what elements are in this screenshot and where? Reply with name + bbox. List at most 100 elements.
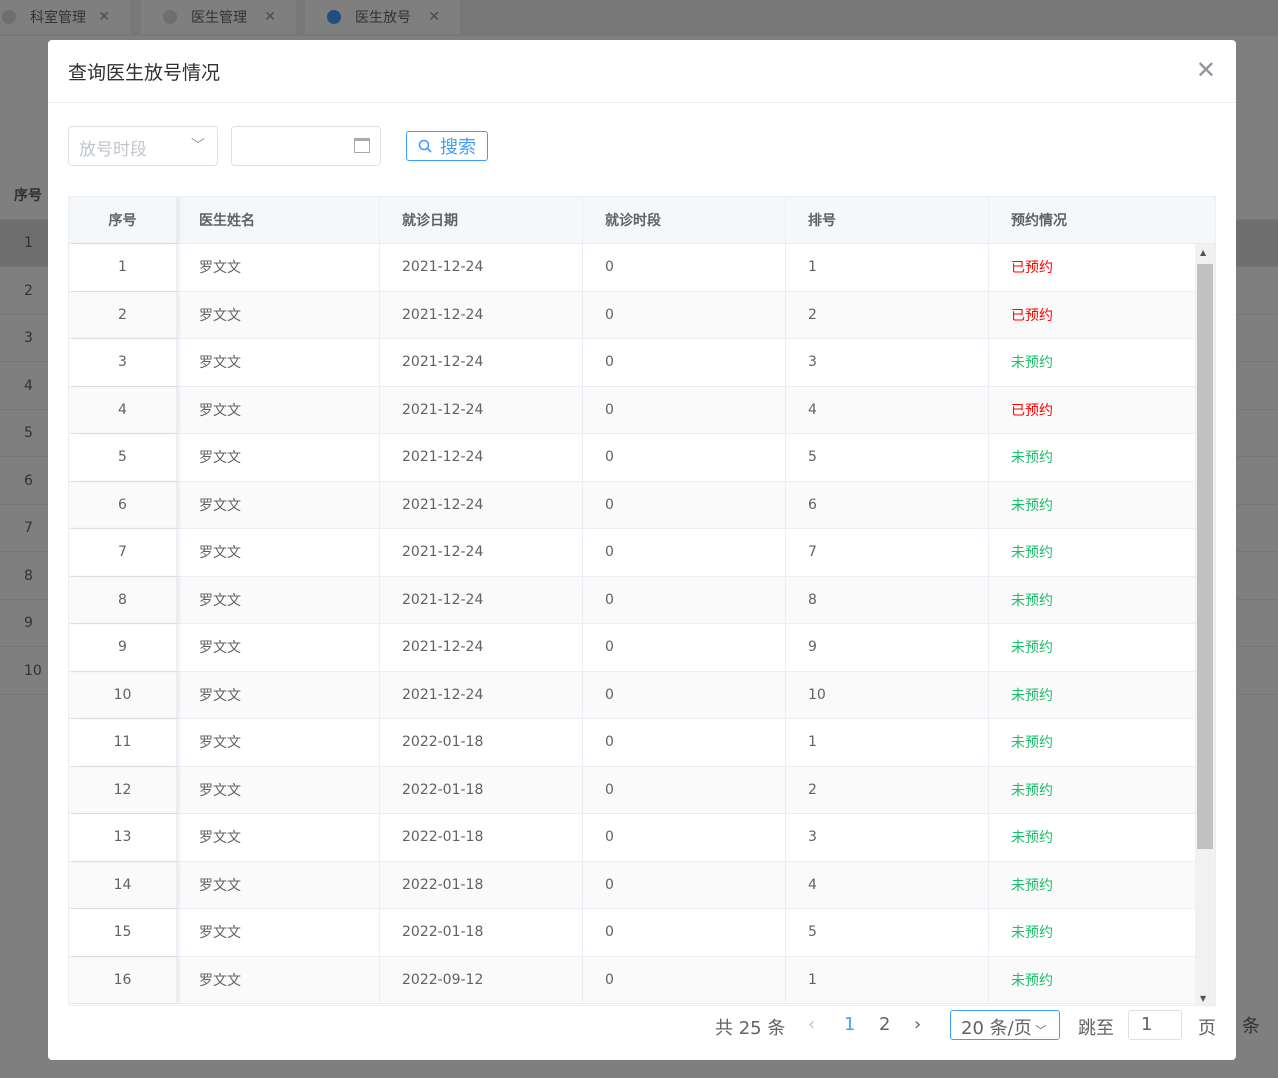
date-cell: 2021-12-24 (380, 481, 583, 528)
doctor-name-cell: 罗文文 (177, 386, 380, 433)
index-cell: 9 (69, 624, 177, 671)
scroll-down-icon[interactable]: ▼ (1200, 994, 1206, 1003)
date-cell: 2021-12-24 (380, 434, 583, 481)
column-header[interactable]: 医生姓名 (177, 197, 380, 243)
doctor-name-cell: 罗文文 (177, 481, 380, 528)
date-cell: 2022-01-18 (380, 909, 583, 956)
index-cell: 14 (69, 861, 177, 908)
index-cell: 15 (69, 909, 177, 956)
jump-input[interactable]: 1 (1128, 1010, 1182, 1040)
time-slot-cell: 0 (583, 481, 786, 528)
queue-number-cell: 6 (786, 481, 989, 528)
table-row[interactable]: 10 罗文文 2021-12-24 0 10 未预约 (69, 671, 1215, 719)
queue-number-cell: 5 (786, 909, 989, 956)
column-header[interactable]: 排号 (786, 197, 989, 243)
index-cell: 11 (69, 719, 177, 766)
booking-status-cell: 未预约 (1011, 877, 1053, 894)
booking-status-cell: 已预约 (1011, 307, 1053, 324)
chevron-down-icon: ﹀ (1031, 1024, 1047, 1037)
chevron-down-icon: ﹀ (191, 138, 205, 154)
date-cell: 2022-01-18 (380, 719, 583, 766)
time-slot-cell: 0 (583, 719, 786, 766)
column-header[interactable]: 序号 (69, 197, 177, 243)
table-row[interactable]: 8 罗文文 2021-12-24 0 8 未预约 (69, 576, 1215, 624)
doctor-name-cell: 罗文文 (177, 861, 380, 908)
table-row[interactable]: 1 罗文文 2021-12-24 0 1 已预约 (69, 244, 1215, 292)
table-row[interactable]: 12 罗文文 2022-01-18 0 2 未预约 (69, 766, 1215, 814)
page-1[interactable]: 1 (844, 1014, 855, 1035)
index-cell: 2 (69, 291, 177, 338)
table-row[interactable]: 2 罗文文 2021-12-24 0 2 已预约 (69, 291, 1215, 339)
index-cell: 12 (69, 766, 177, 813)
date-cell: 2021-12-24 (380, 529, 583, 576)
search-button[interactable]: 搜索 (406, 131, 488, 161)
prev-page-icon[interactable]: ‹ (808, 1014, 815, 1035)
table-row[interactable]: 16 罗文文 2022-09-12 0 1 未预约 (69, 956, 1215, 1004)
close-icon[interactable]: ✕ (1196, 58, 1216, 82)
scrollbar[interactable]: ▲ ▼ (1195, 244, 1215, 1005)
table-row[interactable]: 14 罗文文 2022-01-18 0 4 未预约 (69, 861, 1215, 909)
queue-number-cell: 8 (786, 576, 989, 623)
doctor-name-cell: 罗文文 (177, 671, 380, 718)
queue-number-cell: 10 (786, 671, 989, 718)
column-header[interactable]: 就诊日期 (380, 197, 583, 243)
booking-status-cell: 未预约 (1011, 830, 1053, 847)
table-row[interactable]: 5 罗文文 2021-12-24 0 5 未预约 (69, 434, 1215, 482)
page-2[interactable]: 2 (879, 1014, 890, 1035)
booking-status-cell: 未预约 (1011, 687, 1053, 704)
scrollbar-thumb[interactable] (1197, 264, 1213, 849)
table-row[interactable]: 13 罗文文 2022-01-18 0 3 未预约 (69, 814, 1215, 862)
dialog-title: 查询医生放号情况 (48, 40, 1236, 103)
booking-status-cell: 未预约 (1011, 355, 1053, 372)
date-cell: 2022-01-18 (380, 814, 583, 861)
table-row[interactable]: 9 罗文文 2021-12-24 0 9 未预约 (69, 624, 1215, 672)
time-slot-cell: 0 (583, 291, 786, 338)
time-slot-cell: 0 (583, 909, 786, 956)
time-slot-select[interactable]: 放号时段 ﹀ (68, 126, 218, 166)
date-cell: 2021-12-24 (380, 576, 583, 623)
table-row[interactable]: 3 罗文文 2021-12-24 0 3 未预约 (69, 339, 1215, 387)
column-header[interactable]: 预约情况 (989, 197, 1194, 243)
date-picker[interactable] (231, 126, 381, 166)
queue-number-cell: 2 (786, 766, 989, 813)
date-cell: 2021-12-24 (380, 671, 583, 718)
table-row[interactable]: 11 罗文文 2022-01-18 0 1 未预约 (69, 719, 1215, 767)
index-cell: 8 (69, 576, 177, 623)
index-cell: 6 (69, 481, 177, 528)
page-size-value: 20 条/页 (961, 1018, 1032, 1039)
date-cell: 2022-09-12 (380, 956, 583, 1003)
booking-status-cell: 未预约 (1011, 640, 1053, 657)
index-cell: 1 (69, 244, 177, 291)
slots-table: 序号 医生姓名 就诊日期 就诊时段 排号 预约情况 1 罗文文 2021-12-24 0 1 已预约… (68, 196, 1216, 1006)
page-size-select[interactable]: 20 条/页 ﹀ (950, 1010, 1060, 1040)
table-row[interactable]: 15 罗文文 2022-01-18 0 5 未预约 (69, 909, 1215, 957)
next-page-icon[interactable]: › (914, 1014, 921, 1035)
booking-status-cell: 已预约 (1011, 260, 1053, 277)
doctor-name-cell: 罗文文 (177, 909, 380, 956)
table-row[interactable]: 4 罗文文 2021-12-24 0 4 已预约 (69, 386, 1215, 434)
queue-number-cell: 5 (786, 434, 989, 481)
index-cell: 16 (69, 956, 177, 1003)
queue-number-cell: 4 (786, 386, 989, 433)
calendar-icon (354, 138, 370, 153)
time-slot-cell: 0 (583, 386, 786, 433)
booking-status-cell: 未预约 (1011, 925, 1053, 942)
date-cell: 2021-12-24 (380, 244, 583, 291)
scroll-up-icon[interactable]: ▲ (1200, 248, 1206, 257)
query-dialog: 查询医生放号情况 ✕ 放号时段 ﹀ 搜索 序号 医生姓名 就诊日期 就诊时段 排号 预约情况… (48, 40, 1236, 1060)
column-header[interactable]: 就诊时段 (583, 197, 786, 243)
table-header: 序号 医生姓名 就诊日期 就诊时段 排号 预约情况 (69, 197, 1215, 244)
date-cell: 2021-12-24 (380, 624, 583, 671)
time-slot-cell: 0 (583, 671, 786, 718)
doctor-name-cell: 罗文文 (177, 956, 380, 1003)
time-slot-cell: 0 (583, 529, 786, 576)
table-row[interactable]: 7 罗文文 2021-12-24 0 7 未预约 (69, 529, 1215, 577)
index-cell: 4 (69, 386, 177, 433)
booking-status-cell: 未预约 (1011, 782, 1053, 799)
table-row[interactable]: 6 罗文文 2021-12-24 0 6 未预约 (69, 481, 1215, 529)
doctor-name-cell: 罗文文 (177, 576, 380, 623)
time-slot-cell: 0 (583, 244, 786, 291)
date-cell: 2022-01-18 (380, 766, 583, 813)
date-cell: 2021-12-24 (380, 339, 583, 386)
date-cell: 2022-01-18 (380, 861, 583, 908)
